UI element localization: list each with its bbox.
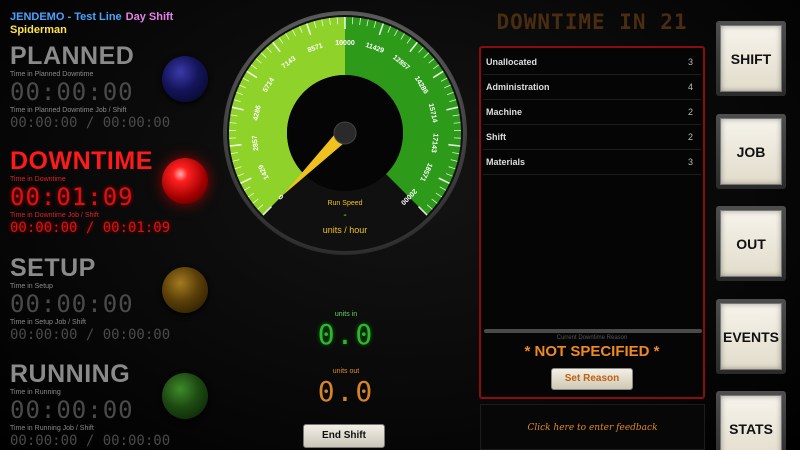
reason-count: 4 — [687, 82, 693, 92]
units-out-label: units out — [332, 368, 360, 375]
reason-count: 3 — [687, 57, 693, 67]
job-shift-label: Time in Setup Job / Shift — [10, 319, 86, 326]
set-reason-button[interactable]: Set Reason — [551, 368, 633, 390]
events-button[interactable]: EVENTS — [716, 299, 786, 374]
downtime-lamp[interactable] — [162, 158, 208, 204]
reason-row[interactable]: Materials 3 — [483, 150, 701, 175]
button-label: OUT — [720, 210, 782, 277]
reason-name: Materials — [486, 157, 526, 167]
out-button[interactable]: OUT — [716, 206, 786, 281]
reason-row[interactable]: Machine 2 — [483, 100, 701, 125]
job-shift-value: 00:00:00 / 00:01:09 — [10, 220, 171, 236]
button-label: JOB — [720, 118, 782, 185]
reason-name: Machine — [486, 107, 523, 117]
line-header: JENDEMO - Test Line Day Shift — [10, 11, 173, 23]
reason-row[interactable]: Administration 4 — [483, 75, 701, 100]
job-shift-value: 00:00:00 / 00:00:00 — [10, 433, 171, 449]
setup-lamp[interactable] — [162, 267, 208, 313]
reason-count: 3 — [687, 157, 693, 167]
units-out-value: 0.0 — [317, 375, 375, 408]
job-shift-value: 00:00:00 / 00:00:00 — [10, 327, 171, 343]
reasons-scrollbar[interactable] — [484, 329, 702, 333]
current-reason-label: Current Downtime Reason — [556, 335, 628, 341]
downtime-count-title: DOWNTIME IN 21 — [496, 10, 688, 34]
reason-row[interactable]: Shift 2 — [483, 125, 701, 150]
shift-button[interactable]: SHIFT — [716, 21, 786, 96]
button-label: EVENTS — [720, 303, 782, 370]
shift-name: Day Shift — [125, 11, 174, 23]
reason-name: Shift — [486, 132, 506, 142]
job-button[interactable]: JOB — [716, 114, 786, 189]
reason-count: 2 — [687, 107, 693, 117]
job-shift-label: Time in Planned Downtime Job / Shift — [10, 107, 127, 114]
gauge-needle-cap — [333, 121, 357, 145]
job-shift-label: Time in Downtime Job / Shift — [10, 212, 99, 219]
stats-button[interactable]: STATS — [716, 391, 786, 450]
run-speed-units: units / hour — [322, 225, 368, 235]
button-label: STATS — [720, 395, 782, 450]
current-reason-value: * NOT SPECIFIED * — [524, 343, 660, 360]
run-speed-label: Run Speed — [327, 200, 363, 207]
job-shift-label: Time in Running Job / Shift — [10, 425, 94, 432]
running-lamp[interactable] — [162, 373, 208, 419]
reason-count: 2 — [687, 132, 693, 142]
units-in-label: units in — [334, 311, 358, 318]
button-label: SHIFT — [720, 25, 782, 92]
user-name: Spiderman — [10, 24, 67, 36]
reason-row[interactable]: Unallocated 3 — [483, 50, 701, 75]
site-name: JENDEMO — [10, 11, 65, 23]
gauge-tick-label: 10000 — [335, 40, 355, 47]
downtime-reasons-panel: Unallocated 3 Administration 4 Machine 2… — [479, 46, 705, 399]
end-shift-button[interactable]: End Shift — [303, 424, 385, 448]
job-shift-value: 00:00:00 / 00:00:00 — [10, 115, 171, 131]
header-separator: - — [64, 11, 75, 23]
planned-lamp[interactable] — [162, 56, 208, 102]
feedback-field[interactable]: Click here to enter feedback — [480, 404, 705, 450]
line-name: Test Line — [74, 11, 122, 23]
reason-name: Administration — [486, 82, 550, 92]
units-in-value: 0.0 — [317, 318, 375, 351]
run-speed-value: - — [343, 210, 347, 221]
reason-name: Unallocated — [486, 57, 538, 67]
